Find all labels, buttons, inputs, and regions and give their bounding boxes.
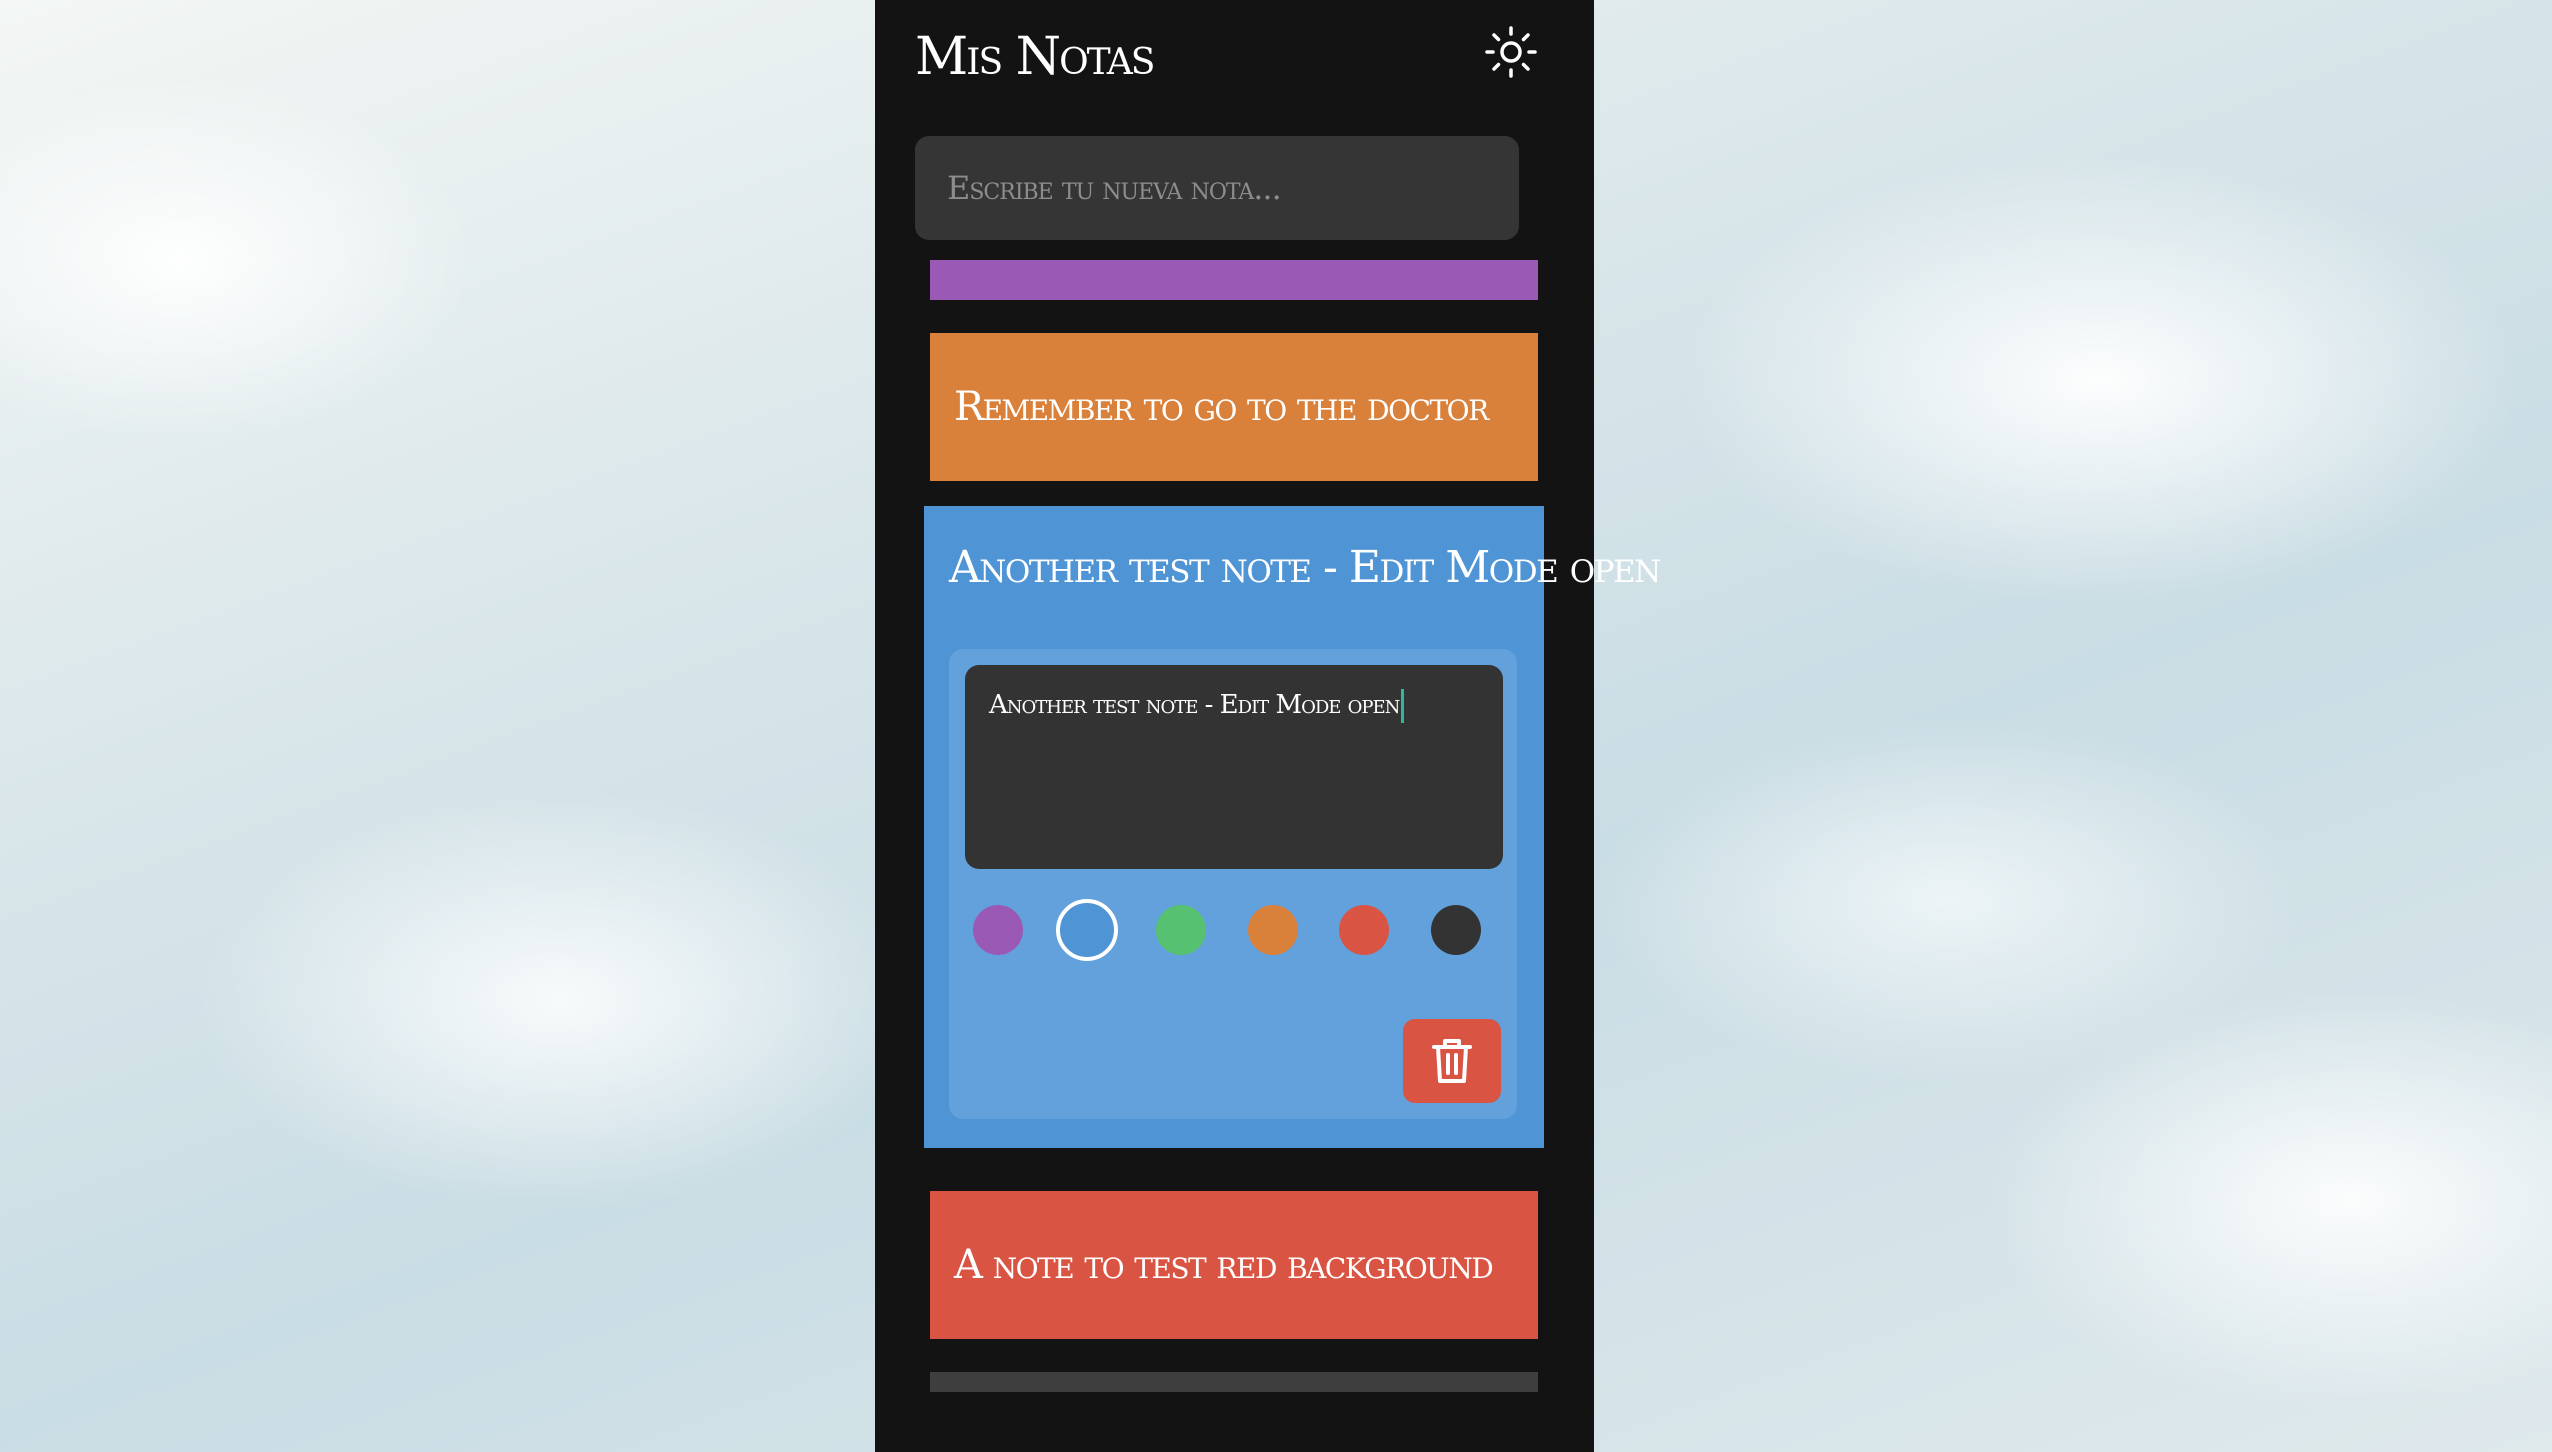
delete-note-button[interactable] <box>1403 1019 1501 1103</box>
note-card-orange[interactable]: Remember to go to the doctor <box>930 333 1538 481</box>
color-swatch-dark[interactable] <box>1431 905 1481 955</box>
note-title: Another test note - Edit Mode open <box>949 542 1661 593</box>
color-swatch-purple[interactable] <box>973 905 1023 955</box>
text-caret <box>1401 689 1405 723</box>
color-swatch-red[interactable] <box>1339 905 1389 955</box>
edit-panel: Another test note - Edit Mode open <box>949 649 1517 1119</box>
note-edit-textarea[interactable]: Another test note - Edit Mode open <box>965 665 1503 869</box>
notes-app: Mis Notas Remember to go to the do <box>875 0 1661 1452</box>
app-title: Mis Notas <box>915 27 1155 87</box>
color-swatch-green[interactable] <box>1156 905 1206 955</box>
sun-icon <box>1485 26 1537 78</box>
note-text: A note to test red background <box>954 1242 1494 1288</box>
note-card-dark[interactable] <box>930 1372 1538 1392</box>
header: Mis Notas <box>915 22 1539 92</box>
trash-icon <box>1432 1039 1472 1083</box>
color-swatch-orange[interactable] <box>1248 905 1298 955</box>
note-card-red[interactable]: A note to test red background <box>930 1191 1538 1339</box>
edit-text: Another test note - Edit Mode open <box>989 690 1400 720</box>
color-swatch-blue[interactable] <box>1056 899 1118 961</box>
new-note-input[interactable] <box>915 136 1519 240</box>
note-card-purple[interactable] <box>930 260 1538 300</box>
theme-toggle-button[interactable] <box>1483 24 1539 80</box>
note-card-editing[interactable]: Another test note - Edit Mode open Anoth… <box>924 506 1661 1148</box>
note-text: Remember to go to the doctor <box>954 384 1489 430</box>
